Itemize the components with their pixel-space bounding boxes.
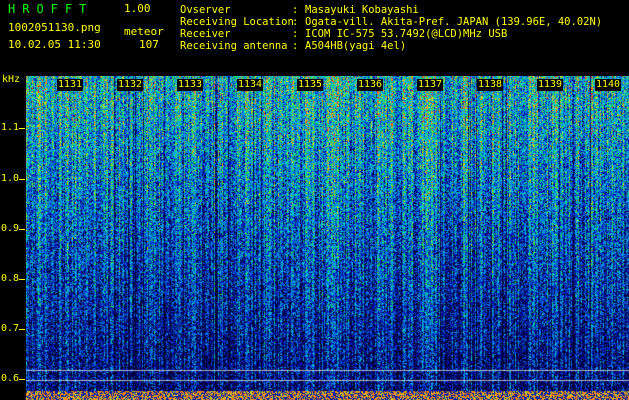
info-separator: : [292,28,299,40]
info-value: ICOM IC-575 53.7492(@LCD)MHz USB [305,28,508,40]
info-value: Masayuki Kobayashi [305,4,419,16]
info-label: Ovserver [180,4,231,16]
info-value: A504HB(yagi 4el) [305,40,407,52]
app-version: 1.00 [124,2,151,15]
mode-label: meteor [124,25,164,38]
info-separator: : [292,16,299,28]
info-value: Ogata-vill. Akita-Pref. JAPAN (139.96E, … [305,16,603,28]
info-separator: : [292,40,299,52]
info-label: Receiving Location [180,16,294,28]
time-tick-label: 1140 [595,79,622,91]
info-row-receiver: Receiver : ICOM IC-575 53.7492(@LCD)MHz … [180,28,507,40]
app-title: HROFFT [8,2,94,16]
y-tick-mark [19,128,25,129]
y-tick-label: 0.9 [1,223,20,234]
info-label: Receiving antenna [180,40,288,52]
y-tick-label: 0.8 [1,273,20,284]
frequency-unit-label: kHz [2,74,21,85]
y-tick-label: 1.0 [1,173,20,184]
time-tick-label: 1136 [357,79,384,91]
meteor-count: 107 [139,38,159,51]
time-tick-label: 1138 [477,79,504,91]
info-label: Receiver [180,28,231,40]
time-tick-label: 1133 [177,79,204,91]
y-tick-mark [19,379,25,380]
file-name: 1002051130.png [8,21,101,34]
time-tick-label: 1131 [57,79,84,91]
y-tick-label: 0.6 [1,373,20,384]
y-tick-label: 1.1 [1,122,20,133]
info-row-antenna: Receiving antenna : A504HB(yagi 4el) [180,40,406,52]
y-tick-mark [19,179,25,180]
info-separator: : [292,4,299,16]
header-panel: HROFFT 1.00 1002051130.png meteor 10.02.… [0,0,629,76]
date-time: 10.02.05 11:30 [8,38,101,51]
y-tick-mark [19,229,25,230]
info-row-observer: Ovserver : Masayuki Kobayashi [180,4,419,16]
y-tick-mark [19,279,25,280]
time-tick-label: 1132 [117,79,144,91]
info-row-location: Receiving Location : Ogata-vill. Akita-P… [180,16,602,28]
time-tick-label: 1137 [417,79,444,91]
time-tick-label: 1134 [237,79,264,91]
y-tick-label: 0.7 [1,323,20,334]
y-tick-mark [19,329,25,330]
spectrogram-canvas [26,76,629,400]
time-tick-label: 1135 [297,79,324,91]
time-tick-label: 1139 [537,79,564,91]
